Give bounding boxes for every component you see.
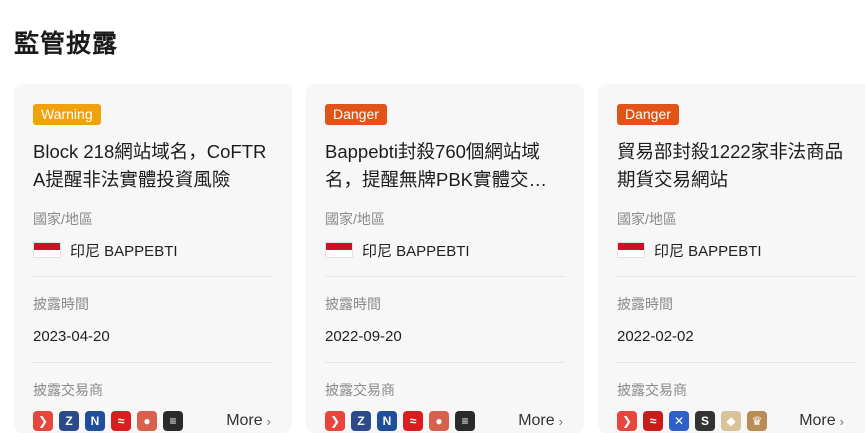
broker-arrow-icon[interactable]: ❯ — [617, 411, 637, 431]
broker-red-logo-icon[interactable]: ≈ — [403, 411, 423, 431]
brokers-label: 披露交易商 — [325, 382, 395, 398]
broker-seal-icon[interactable]: ● — [429, 411, 449, 431]
brokers-label: 披露交易商 — [617, 382, 687, 398]
date-label: 披露時間 — [325, 296, 381, 312]
region-row: 印尼 BAPPEBTI — [325, 241, 565, 260]
region-value: 印尼 BAPPEBTI — [362, 242, 470, 260]
broker-dark-logo-icon[interactable]: ≡ — [163, 411, 183, 431]
divider — [33, 276, 272, 277]
disclosure-card[interactable]: Danger Bappebti封殺760個網站域名，提醒無牌PBK實體交易風險 … — [306, 84, 584, 433]
divider — [617, 276, 856, 277]
more-link[interactable]: More › — [518, 412, 563, 430]
more-link[interactable]: More › — [226, 412, 271, 430]
region-value: 印尼 BAPPEBTI — [70, 242, 178, 260]
chevron-right-icon: › — [558, 413, 563, 429]
page-title: 監管披露 — [14, 30, 119, 58]
indonesia-flag-icon — [325, 242, 353, 258]
divider — [325, 276, 564, 277]
broker-z-icon[interactable]: Z — [351, 411, 371, 431]
region-label: 國家/地區 — [325, 211, 385, 227]
region-value: 印尼 BAPPEBTI — [654, 242, 762, 260]
broker-beige-icon[interactable]: ◆ — [721, 411, 741, 431]
divider — [33, 362, 272, 363]
broker-n-icon[interactable]: N — [85, 411, 105, 431]
broker-red-logo-icon[interactable]: ≈ — [643, 411, 663, 431]
divider — [617, 362, 856, 363]
broker-s-icon[interactable]: S — [695, 411, 715, 431]
disclosure-title[interactable]: Block 218網站域名，CoFTRA提醒非法實體投資風險 — [33, 138, 273, 194]
more-label: More — [799, 412, 836, 429]
indonesia-flag-icon — [617, 242, 645, 258]
broker-arrow-icon[interactable]: ❯ — [325, 411, 345, 431]
region-row: 印尼 BAPPEBTI — [617, 241, 846, 260]
disclosure-card[interactable]: Danger 貿易部封殺1222家非法商品期貨交易網站 國家/地區 印尼 BAP… — [598, 84, 865, 433]
disclosure-date: 2022-09-20 — [325, 328, 402, 345]
broker-logo-row: ❯ ≈ ✕ S ◆ ♛ More › — [617, 410, 846, 432]
disclosure-card-list: Warning Block 218網站域名，CoFTRA提醒非法實體投資風險 國… — [14, 84, 865, 433]
severity-badge: Danger — [617, 104, 679, 125]
indonesia-flag-icon — [33, 242, 61, 258]
chevron-right-icon: › — [839, 413, 844, 429]
severity-badge: Danger — [325, 104, 387, 125]
disclosure-date: 2023-04-20 — [33, 328, 110, 345]
chevron-right-icon: › — [266, 413, 271, 429]
region-label: 國家/地區 — [617, 211, 677, 227]
broker-dark-logo-icon[interactable]: ≡ — [455, 411, 475, 431]
disclosure-title[interactable]: 貿易部封殺1222家非法商品期貨交易網站 — [617, 138, 857, 194]
broker-arrow-icon[interactable]: ❯ — [33, 411, 53, 431]
broker-n-icon[interactable]: N — [377, 411, 397, 431]
broker-red-logo-icon[interactable]: ≈ — [111, 411, 131, 431]
broker-seal-icon[interactable]: ● — [137, 411, 157, 431]
disclosure-title[interactable]: Bappebti封殺760個網站域名，提醒無牌PBK實體交易風險 — [325, 138, 565, 194]
date-label: 披露時間 — [617, 296, 673, 312]
broker-logo-row: ❯ Z N ≈ ● ≡ More › — [33, 410, 273, 432]
broker-x-icon[interactable]: ✕ — [669, 411, 689, 431]
broker-crest-icon[interactable]: ♛ — [747, 411, 767, 431]
brokers-label: 披露交易商 — [33, 382, 103, 398]
broker-z-icon[interactable]: Z — [59, 411, 79, 431]
region-label: 國家/地區 — [33, 211, 93, 227]
divider — [325, 362, 564, 363]
region-row: 印尼 BAPPEBTI — [33, 241, 273, 260]
disclosure-card[interactable]: Warning Block 218網站域名，CoFTRA提醒非法實體投資風險 國… — [14, 84, 292, 433]
more-label: More — [226, 412, 263, 429]
more-label: More — [518, 412, 555, 429]
severity-badge: Warning — [33, 104, 101, 125]
broker-logo-row: ❯ Z N ≈ ● ≡ More › — [325, 410, 565, 432]
disclosure-date: 2022-02-02 — [617, 328, 694, 345]
more-link[interactable]: More › — [799, 412, 844, 430]
date-label: 披露時間 — [33, 296, 89, 312]
